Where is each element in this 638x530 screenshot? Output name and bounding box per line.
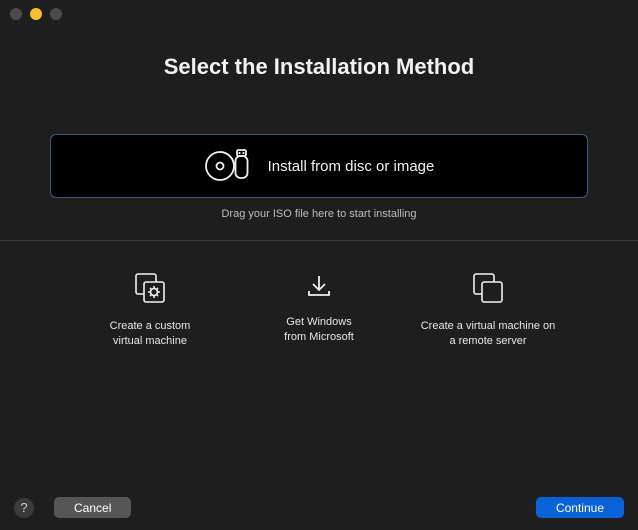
window-close-button[interactable]: [10, 8, 22, 20]
disc-usb-icon: [204, 148, 254, 184]
custom-vm-icon: [133, 271, 167, 319]
page-title: Select the Installation Method: [0, 54, 638, 80]
cancel-button[interactable]: Cancel: [54, 497, 131, 518]
option-get-windows[interactable]: Get Windows from Microsoft: [239, 271, 399, 349]
help-button[interactable]: ?: [14, 498, 34, 518]
remote-server-icon: [471, 271, 505, 319]
option-remote-server-vm[interactable]: Create a virtual machine on a remote ser…: [408, 271, 568, 349]
install-from-disc-drop-area[interactable]: Install from disc or image: [50, 134, 588, 198]
window-titlebar: [0, 0, 638, 28]
download-icon: [304, 271, 334, 315]
continue-button[interactable]: Continue: [536, 497, 624, 518]
option-create-custom-vm[interactable]: Create a custom virtual machine: [70, 271, 230, 349]
window-minimize-button[interactable]: [30, 8, 42, 20]
window-maximize-button[interactable]: [50, 8, 62, 20]
option-label: Create a custom virtual machine: [110, 319, 191, 349]
option-label: Create a virtual machine on a remote ser…: [421, 319, 556, 349]
options-row: Create a custom virtual machine Get Wind…: [0, 241, 638, 349]
option-label: Get Windows from Microsoft: [284, 315, 354, 345]
drop-hint: Drag your ISO file here to start install…: [50, 208, 588, 220]
footer: ? Cancel Continue: [0, 497, 638, 518]
install-from-disc-label: Install from disc or image: [268, 158, 435, 175]
